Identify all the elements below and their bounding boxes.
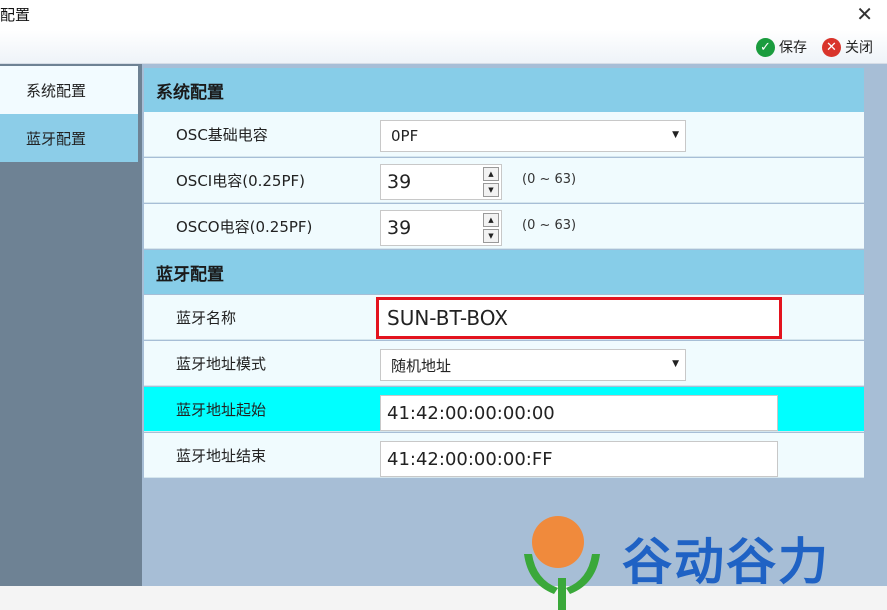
close-button[interactable]: ✕ 关闭 — [822, 36, 873, 58]
section-header-bluetooth: 蓝牙配置 — [144, 250, 864, 294]
logo-leaves-icon — [524, 554, 600, 610]
row-label: OSCI电容(0.25PF) — [176, 172, 306, 190]
save-button[interactable]: ✓ 保存 — [756, 36, 807, 58]
select-value: 0PF — [391, 127, 419, 145]
row-bluetooth-address-mode: 蓝牙地址模式 随机地址 ▼ — [144, 341, 864, 386]
row-osc-base-capacitance: OSC基础电容 0PF ▼ — [144, 112, 864, 157]
spin-value: 39 — [387, 171, 412, 193]
title-bar: 配置 ✕ — [0, 0, 887, 30]
input-value: SUN-BT-BOX — [387, 306, 508, 330]
bluetooth-name-input[interactable]: SUN-BT-BOX — [376, 297, 782, 339]
sidebar: 系统配置 蓝牙配置 — [0, 64, 142, 610]
spin-down-icon[interactable]: ▼ — [483, 183, 499, 197]
dropdown-arrow-icon: ▼ — [672, 359, 679, 369]
osc-base-capacitance-select[interactable]: 0PF ▼ — [380, 120, 686, 152]
row-bluetooth-address-start: 蓝牙地址起始 41:42:00:00:00:00 — [144, 387, 864, 432]
toolbar: ✓ 保存 ✕ 关闭 — [0, 30, 887, 64]
sidebar-item-system-config[interactable]: 系统配置 — [0, 66, 138, 114]
watermark-logo: 谷动谷力 — [508, 514, 887, 610]
spin-value: 39 — [387, 217, 412, 239]
range-hint: (0 ~ 63) — [522, 172, 577, 187]
spin-buttons: ▲ ▼ — [483, 167, 499, 197]
osci-capacitance-spinbox[interactable]: 39 ▲ ▼ — [380, 164, 502, 200]
spin-up-icon[interactable]: ▲ — [483, 167, 499, 181]
select-value: 随机地址 — [391, 356, 452, 375]
x-circle-icon: ✕ — [822, 37, 841, 57]
row-label: OSCO电容(0.25PF) — [176, 218, 313, 236]
row-label: 蓝牙地址起始 — [176, 401, 267, 419]
row-label: 蓝牙地址结束 — [176, 447, 267, 465]
save-button-label: 保存 — [779, 40, 807, 56]
row-bluetooth-address-end: 蓝牙地址结束 41:42:00:00:00:FF — [144, 433, 864, 478]
logo-brand-text: 谷动谷力 — [622, 533, 830, 591]
window-close-icon[interactable]: ✕ — [856, 2, 873, 26]
spin-down-icon[interactable]: ▼ — [483, 229, 499, 243]
close-button-label: 关闭 — [845, 40, 873, 56]
input-value: 41:42:00:00:00:FF — [387, 448, 553, 470]
input-value: 41:42:00:00:00:00 — [387, 402, 555, 424]
spin-up-icon[interactable]: ▲ — [483, 213, 499, 227]
row-bluetooth-name: 蓝牙名称 SUN-BT-BOX — [144, 295, 864, 340]
sidebar-item-bluetooth-config[interactable]: 蓝牙配置 — [0, 114, 138, 162]
row-label: 蓝牙名称 — [176, 309, 237, 327]
dropdown-arrow-icon: ▼ — [672, 130, 679, 140]
bluetooth-address-mode-select[interactable]: 随机地址 ▼ — [380, 349, 686, 381]
osco-capacitance-spinbox[interactable]: 39 ▲ ▼ — [380, 210, 502, 246]
row-osco-capacitance: OSCO电容(0.25PF) 39 ▲ ▼ (0 ~ 63) — [144, 204, 864, 249]
check-circle-icon: ✓ — [756, 37, 775, 57]
bluetooth-address-end-input[interactable]: 41:42:00:00:00:FF — [380, 441, 778, 477]
row-label: 蓝牙地址模式 — [176, 355, 267, 373]
range-hint: (0 ~ 63) — [522, 218, 577, 233]
window-title: 配置 — [0, 6, 31, 24]
row-osci-capacitance: OSCI电容(0.25PF) 39 ▲ ▼ (0 ~ 63) — [144, 158, 864, 203]
bluetooth-address-start-input[interactable]: 41:42:00:00:00:00 — [380, 395, 778, 431]
sidebar-item-label: 蓝牙配置 — [26, 129, 87, 148]
spin-buttons: ▲ ▼ — [483, 213, 499, 243]
row-label: OSC基础电容 — [176, 126, 268, 144]
section-header-system: 系统配置 — [144, 68, 864, 112]
sidebar-item-label: 系统配置 — [26, 81, 87, 100]
